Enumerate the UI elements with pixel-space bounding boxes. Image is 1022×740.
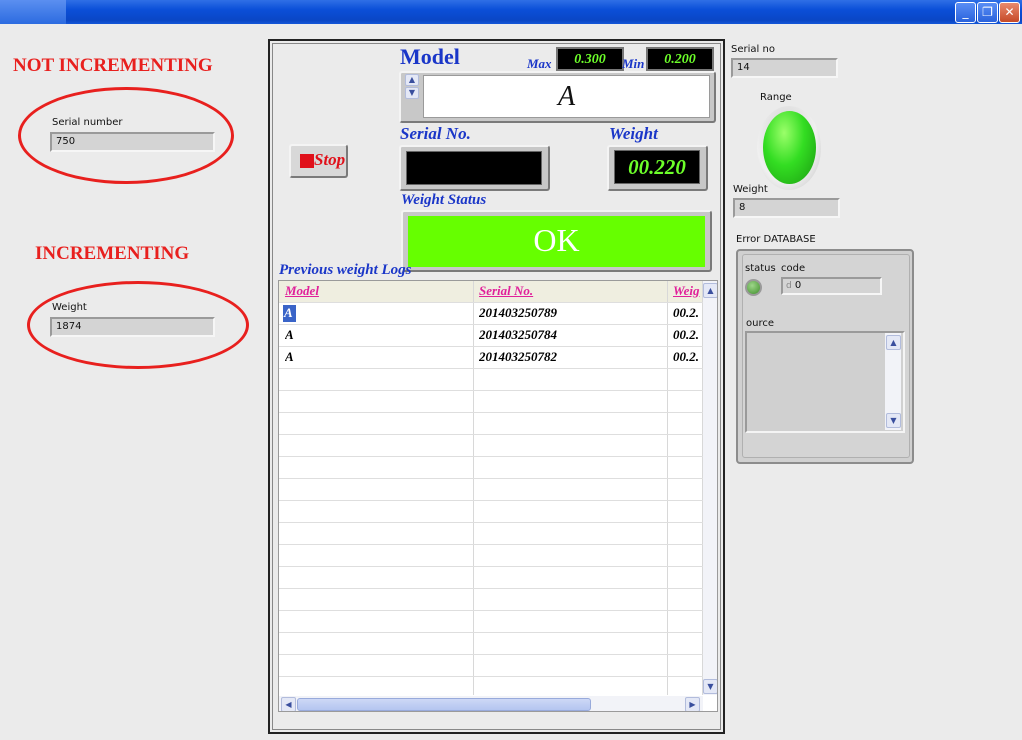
table-cell-serial[interactable]: 201403250789 [479, 305, 557, 321]
row-divider [279, 412, 703, 413]
table-cell-model-selected[interactable]: A [283, 305, 296, 322]
row-divider [279, 324, 703, 325]
range-label: Range [760, 92, 792, 103]
error-status-label: status [745, 263, 776, 274]
row-divider [279, 478, 703, 479]
row-divider [279, 544, 703, 545]
weight-status-title: Weight Status [401, 192, 487, 208]
model-title: Model [400, 44, 460, 69]
close-button[interactable]: ✕ [999, 2, 1020, 23]
row-divider [279, 500, 703, 501]
error-code-value: 0 [794, 280, 802, 291]
column-header-model[interactable]: Model [285, 283, 319, 299]
annotation-not-incrementing: NOT INCREMENTING [13, 55, 213, 76]
model-increment-icon[interactable]: ▲ [405, 74, 419, 86]
stop-square-icon [300, 154, 314, 168]
previous-logs-table[interactable]: Model Serial No. Weig A 201403250789 00.… [278, 280, 718, 712]
error-status-led [745, 279, 762, 296]
table-cell-serial[interactable]: 201403250782 [479, 349, 557, 365]
row-divider [279, 632, 703, 633]
serial-no-label-right: Serial no [731, 44, 775, 55]
weight-label-right: Weight [733, 184, 768, 195]
numeric-format-icon: d [786, 281, 792, 291]
row-divider [279, 456, 703, 457]
min-label: Min [622, 56, 645, 71]
serial-no-title: Serial No. [400, 124, 471, 143]
max-label: Max [527, 56, 552, 71]
annotation-incrementing: INCREMENTING [35, 243, 190, 264]
table-header: Model Serial No. Weig [279, 281, 703, 302]
error-source-scroll-down-icon[interactable]: ▼ [886, 413, 901, 428]
column-header-serial[interactable]: Serial No. [479, 283, 533, 299]
scroll-up-icon[interactable]: ▲ [703, 283, 717, 298]
min-value-display: 0.200 [646, 47, 714, 71]
row-divider [279, 434, 703, 435]
table-cell-weight[interactable]: 00.2. [673, 305, 701, 321]
row-divider [279, 368, 703, 369]
previous-logs-title: Previous weight Logs [279, 262, 412, 278]
table-cell-weight[interactable]: 00.2. [673, 349, 701, 365]
error-source-label: ource [746, 318, 774, 329]
vertical-scrollbar[interactable] [703, 281, 717, 695]
serial-no-indicator-right: 14 [731, 58, 838, 78]
restore-button[interactable]: ❐ [977, 2, 998, 23]
serial-number-label: Serial number [52, 117, 123, 128]
table-cell-weight[interactable]: 00.2. [673, 327, 701, 343]
row-divider [279, 390, 703, 391]
scroll-down-icon[interactable]: ▼ [703, 679, 717, 694]
row-divider [279, 522, 703, 523]
weight-status-indicator: OK [408, 216, 705, 267]
max-value-display: 0.300 [556, 47, 624, 71]
error-code-label: code [781, 263, 806, 274]
stop-button[interactable]: Stop [289, 144, 348, 178]
row-divider [279, 566, 703, 567]
row-divider [279, 676, 703, 677]
table-cell-model[interactable]: A [285, 327, 294, 343]
table-cell-model[interactable]: A [285, 349, 294, 365]
range-led [763, 111, 816, 184]
weight-indicator-left: 1874 [50, 317, 215, 337]
scroll-right-icon[interactable]: ▶ [685, 697, 700, 711]
error-code-indicator: d 0 [781, 277, 882, 295]
weight-label-left: Weight [52, 302, 87, 313]
row-divider [279, 302, 703, 303]
row-divider [279, 346, 703, 347]
row-divider [279, 654, 703, 655]
horizontal-scroll-thumb[interactable] [297, 698, 591, 711]
stop-label: Stop [314, 150, 346, 169]
error-database-title: Error DATABASE [736, 234, 816, 245]
error-source-scroll-up-icon[interactable]: ▲ [886, 335, 901, 350]
column-header-weight[interactable]: Weig [673, 283, 699, 299]
row-divider [279, 588, 703, 589]
window-title-bar: _ ❐ ✕ [0, 0, 1022, 24]
weight-indicator-right: 8 [733, 198, 840, 218]
model-value[interactable]: A [423, 75, 710, 118]
minimize-button[interactable]: _ [955, 2, 976, 23]
weight-title: Weight [609, 124, 658, 143]
serial-no-display [406, 151, 542, 185]
row-divider [279, 610, 703, 611]
table-cell-serial[interactable]: 201403250784 [479, 327, 557, 343]
scroll-left-icon[interactable]: ◀ [281, 697, 296, 711]
model-decrement-icon[interactable]: ▼ [405, 87, 419, 99]
serial-number-indicator: 750 [50, 132, 215, 152]
error-source-text[interactable] [745, 331, 905, 433]
weight-display: 00.220 [614, 150, 700, 184]
title-bar-sheen [0, 0, 66, 24]
